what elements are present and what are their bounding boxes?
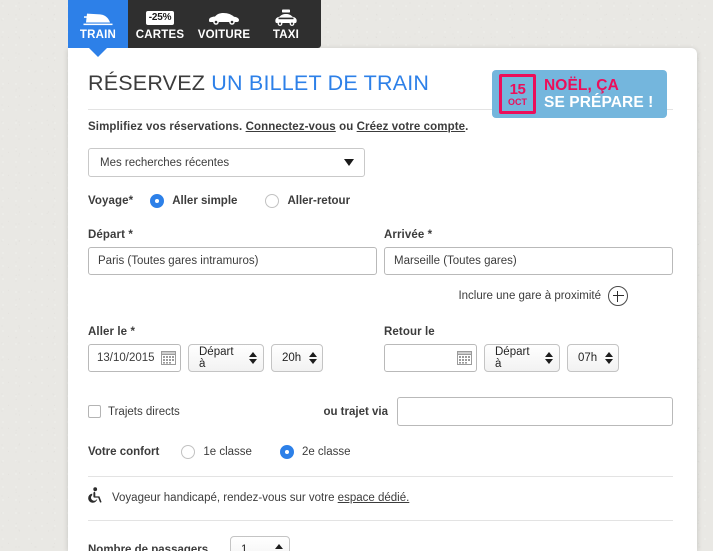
nearby-station-label: Inclure une gare à proximité: [458, 290, 601, 302]
return-column: Retour le Départ à 07h: [384, 326, 673, 372]
aller-hour-value: 20h: [282, 352, 302, 364]
outbound-fields: Départ à 20h: [88, 344, 377, 372]
via-input[interactable]: [397, 397, 673, 426]
signin-middle: ou: [335, 121, 357, 133]
create-account-link[interactable]: Créez votre compte: [357, 121, 466, 133]
trip-type-row: Voyage* Aller simple Aller-retour: [88, 194, 673, 208]
radio-first-class-label[interactable]: 1e classe: [203, 446, 252, 458]
depart-input[interactable]: [88, 247, 377, 275]
nearby-station-row: Inclure une gare à proximité: [384, 286, 673, 306]
car-icon: [208, 8, 240, 28]
radio-aller-retour-label[interactable]: Aller-retour: [287, 195, 350, 207]
wheelchair-icon: [88, 487, 104, 509]
aller-label: Aller le *: [88, 326, 136, 338]
tab-voiture-label: VOITURE: [197, 29, 251, 41]
passengers-count-value: 1: [241, 544, 248, 551]
direct-trips-row: Trajets directs ou trajet via: [88, 397, 673, 426]
retour-label: Retour le: [384, 326, 435, 338]
promo-month: OCT: [508, 96, 527, 107]
retour-time-mode-value: Départ à: [495, 346, 530, 370]
direct-trips-label[interactable]: Trajets directs: [108, 406, 180, 418]
destination-column: Arrivée * Inclure une gare à proximité: [384, 229, 673, 306]
radio-aller-retour[interactable]: [265, 194, 280, 208]
radio-aller-simple-label[interactable]: Aller simple: [172, 195, 237, 207]
depart-label: Départ *: [88, 229, 133, 241]
tab-taxi[interactable]: TAXI: [256, 0, 316, 48]
discount-card-icon: -25%: [145, 8, 175, 28]
origin-destination-row: Départ * Arrivée * Inclure une gare à pr…: [88, 229, 673, 306]
promo-line-1: NOËL, ÇA: [544, 77, 619, 94]
comfort-class-row: Votre confort 1e classe 2e classe: [88, 445, 673, 459]
promo-text: NOËL, ÇA SE PRÉPARE !: [544, 77, 653, 111]
radio-first-class[interactable]: [181, 445, 196, 459]
recent-searches-value: Mes recherches récentes: [100, 156, 230, 169]
stepper-icon: [605, 352, 614, 364]
return-fields: Départ à 07h: [384, 344, 673, 372]
radio-second-class-label[interactable]: 2e classe: [302, 446, 351, 458]
stepper-icon: [545, 352, 553, 364]
arrivee-label: Arrivée *: [384, 229, 433, 241]
promo-line-2: SE PRÉPARE !: [544, 94, 654, 111]
chevron-down-icon: [344, 159, 354, 166]
arrivee-input[interactable]: [384, 247, 673, 275]
signin-line: Simplifiez vos réservations. Connectez-v…: [88, 121, 673, 133]
recent-searches-select[interactable]: Mes recherches récentes: [88, 148, 365, 177]
aller-time-mode-value: Départ à: [199, 346, 234, 370]
retour-date-wrap: [384, 344, 477, 372]
promo-calendar-icon: 15 OCT: [499, 74, 536, 114]
aller-time-mode-select[interactable]: Départ à: [188, 344, 264, 372]
signin-prefix: Simplifiez vos réservations.: [88, 121, 246, 133]
retour-hour-select[interactable]: 07h: [567, 344, 619, 372]
aller-hour-select[interactable]: 20h: [271, 344, 323, 372]
via-label: ou trajet via: [323, 405, 388, 418]
comfort-label: Votre confort: [88, 446, 160, 458]
tab-cartes[interactable]: -25% CARTES: [128, 0, 192, 48]
login-link[interactable]: Connectez-vous: [246, 121, 336, 133]
tab-cartes-label: CARTES: [135, 29, 185, 41]
discount-badge-label: -25%: [145, 11, 175, 25]
radio-aller-simple[interactable]: [150, 194, 165, 208]
stepper-icon: [275, 544, 283, 551]
comfort-divider: [88, 476, 673, 477]
passengers-row: Nombre de passagers 1: [88, 536, 673, 551]
aller-date-wrap: [88, 344, 181, 372]
tab-taxi-label: TAXI: [272, 29, 300, 41]
tab-voiture[interactable]: VOITURE: [192, 0, 256, 48]
passengers-count-select[interactable]: 1: [230, 536, 290, 551]
stepper-icon: [249, 352, 257, 364]
direct-trips-checkbox[interactable]: [88, 405, 101, 418]
passengers-label: Nombre de passagers: [88, 544, 209, 551]
calendar-icon[interactable]: [161, 350, 176, 365]
taxi-icon: [274, 8, 298, 28]
retour-hour-value: 07h: [578, 352, 598, 364]
train-icon: [83, 8, 113, 28]
promo-day: 15: [509, 80, 526, 98]
page-title-main: RÉSERVEZ: [88, 71, 212, 95]
accessibility-text: Voyageur handicapé, rendez-vous sur votr…: [112, 492, 409, 504]
origin-column: Départ *: [88, 229, 377, 306]
booking-card: 15 OCT NOËL, ÇA SE PRÉPARE ! RÉSERVEZ UN…: [68, 48, 697, 551]
radio-second-class[interactable]: [279, 445, 294, 459]
tab-train[interactable]: TRAIN: [68, 0, 128, 57]
accessibility-link[interactable]: espace dédié.: [338, 492, 410, 504]
accessibility-divider: [88, 520, 673, 521]
transport-mode-tabbar: TRAIN -25% CARTES VOITURE TAXI: [68, 0, 321, 57]
promo-banner-noel[interactable]: 15 OCT NOËL, ÇA SE PRÉPARE !: [492, 70, 667, 118]
trip-type-label: Voyage*: [88, 195, 134, 207]
outbound-column: Aller le * 13/10/2015 Départ à 20h: [88, 326, 377, 372]
tab-train-label: TRAIN: [79, 29, 117, 41]
stepper-icon: [309, 352, 318, 364]
plus-icon[interactable]: [608, 286, 628, 306]
retour-time-mode-select[interactable]: Départ à: [484, 344, 560, 372]
signin-suffix: .: [465, 121, 469, 133]
accessibility-prefix: Voyageur handicapé, rendez-vous sur votr…: [112, 492, 338, 504]
page-title-accent: UN BILLET DE TRAIN: [211, 71, 430, 95]
calendar-icon[interactable]: [457, 350, 472, 365]
booking-form: Mes recherches récentes Voyage* Aller si…: [88, 148, 673, 551]
accessibility-row: Voyageur handicapé, rendez-vous sur votr…: [88, 487, 673, 509]
tab-active-pointer: [89, 48, 107, 57]
dates-row: Aller le * 13/10/2015 Départ à 20h Retou…: [88, 326, 673, 372]
